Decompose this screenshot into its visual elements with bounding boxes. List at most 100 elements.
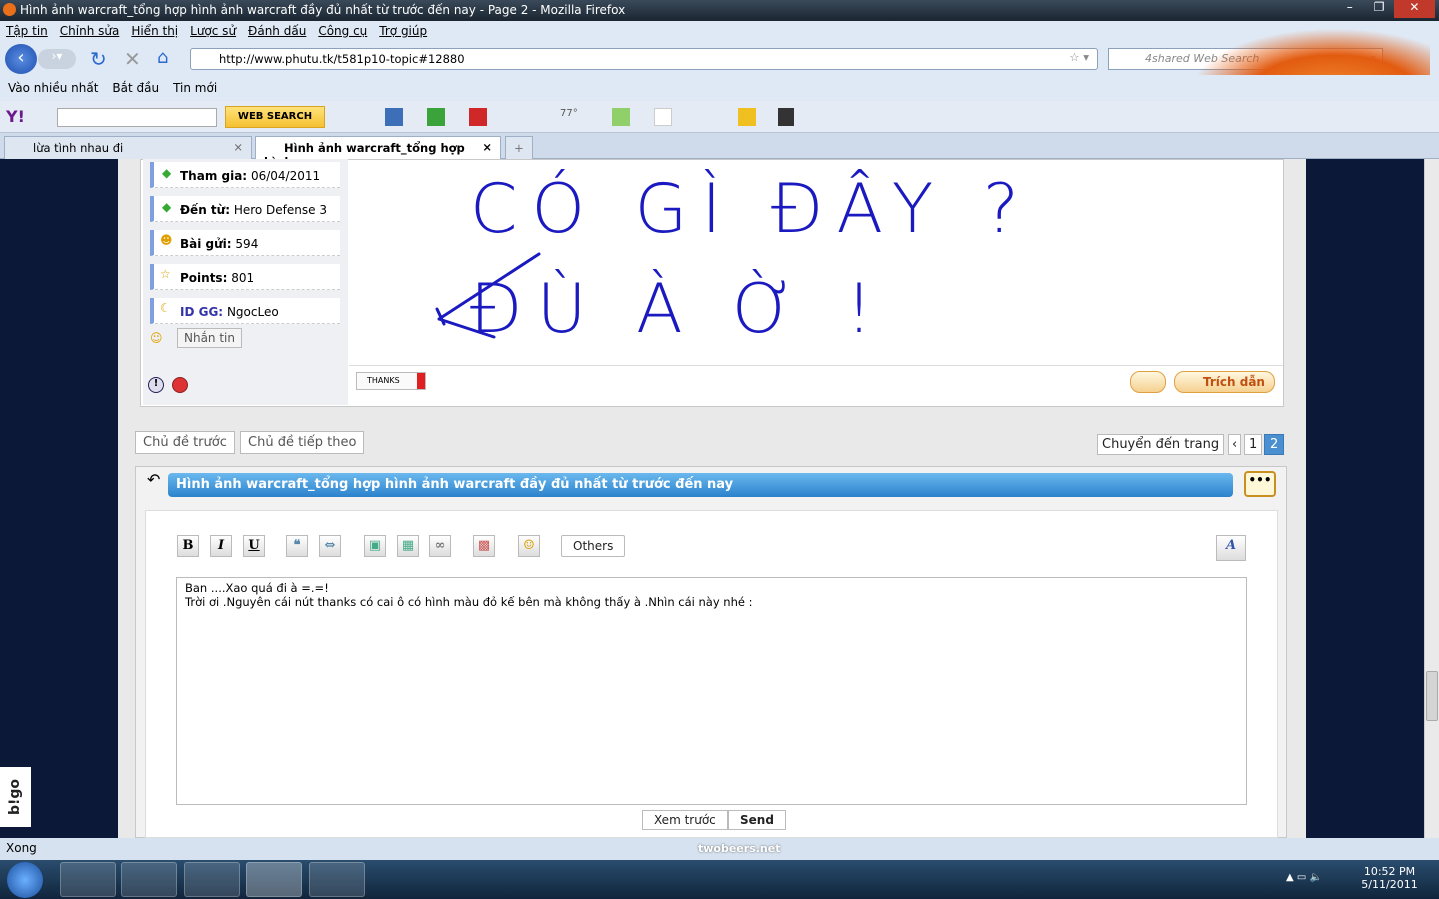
window-controls: – ❐ ✕ xyxy=(1335,0,1435,18)
profile-from: ◆ Đến từ: Hero Defense 3 xyxy=(150,196,340,222)
minimize-button[interactable]: – xyxy=(1335,0,1364,18)
report-icon[interactable]: ! xyxy=(148,377,164,393)
thanks-red-box[interactable] xyxy=(417,373,425,389)
taskbar: ▲ ▭ 🔈 10:52 PM 5/11/2011 xyxy=(0,860,1439,899)
tab-bar: lừa tình nhau đi × Hình ảnh warcraft_tổng… xyxy=(0,133,1439,169)
stop-icon[interactable]: ✕ xyxy=(124,47,141,71)
star-app-icon[interactable] xyxy=(427,108,445,126)
send-button[interactable]: Send xyxy=(728,810,786,830)
status-text: Xong xyxy=(6,841,37,855)
yahoo-toolbar: Y! WEB SEARCH 77° xyxy=(0,101,1439,133)
window-titlebar: Hình ảnh warcraft_tổng hợp hình ảnh warc… xyxy=(0,0,1439,21)
thanks-button[interactable]: THANKS xyxy=(356,372,426,390)
taskbar-warcraft[interactable] xyxy=(309,862,365,897)
bookmark-most-visited[interactable]: Vào nhiều nhất xyxy=(8,81,98,95)
menu-edit[interactable]: Chỉnh sửa xyxy=(60,24,120,38)
back-arrow-icon[interactable]: ↶ xyxy=(147,470,160,489)
close-button[interactable]: ✕ xyxy=(1393,0,1435,18)
send-message-button[interactable]: Nhắn tin xyxy=(177,328,242,348)
flickr-icon[interactable] xyxy=(654,108,672,126)
scrollbar-thumb[interactable] xyxy=(1426,671,1438,721)
firefox-icon xyxy=(3,3,16,16)
image-button[interactable]: ▦ xyxy=(397,535,419,557)
menu-bookmarks[interactable]: Đánh dấu xyxy=(248,24,306,38)
profile-id: ☾ ID GG: NgocLeo xyxy=(150,298,340,324)
tab-lua-tinh[interactable]: lừa tình nhau đi × xyxy=(4,136,252,159)
menu-view[interactable]: Hiển thị xyxy=(131,24,178,38)
window-title: Hình ảnh warcraft_tổng hợp hình ảnh warc… xyxy=(20,3,626,17)
tray-icons[interactable]: ▲ ▭ 🔈 xyxy=(1286,872,1322,883)
italic-button[interactable]: I xyxy=(210,535,232,557)
link-button[interactable]: ∞ xyxy=(429,535,451,557)
bookmark-star-icon[interactable]: ☆ ▾ xyxy=(1069,50,1089,64)
start-button[interactable] xyxy=(7,862,43,898)
tab-close-icon[interactable]: × xyxy=(233,140,243,154)
menu-history[interactable]: Lược sử xyxy=(190,24,236,38)
clock[interactable]: 10:52 PM 5/11/2011 xyxy=(1352,865,1427,891)
weather-icon[interactable]: 77° xyxy=(560,108,578,119)
prev-topic-link[interactable]: Chủ đề trước xyxy=(135,431,235,454)
message-line: Ban ....Xao quá đi à =.=! xyxy=(185,581,329,595)
new-tab-button[interactable]: + xyxy=(505,136,533,159)
quote-button[interactable]: Trích dẫn xyxy=(1174,371,1275,393)
warn-icon[interactable] xyxy=(172,377,188,393)
games-icon[interactable] xyxy=(469,108,487,126)
yahoo-search-input[interactable] xyxy=(57,108,217,127)
url-text: http://www.phutu.tk/t581p10-topic#12880 xyxy=(219,52,465,66)
vertical-scrollbar[interactable] xyxy=(1424,159,1439,838)
tab-warcraft[interactable]: Hình ảnh warcraft_tổng hợp hình ...× xyxy=(255,136,501,169)
menu-help[interactable]: Trợ giúp xyxy=(379,24,427,38)
reload-icon[interactable]: ↻ xyxy=(90,47,107,71)
color-button[interactable]: ▩ xyxy=(473,535,495,557)
menu-tools[interactable]: Công cụ xyxy=(318,24,367,38)
answers-icon[interactable] xyxy=(612,108,630,126)
maximize-button[interactable]: ❐ xyxy=(1364,0,1393,18)
page-1-link[interactable]: 1 xyxy=(1244,434,1263,455)
taskbar-media-player[interactable] xyxy=(121,862,177,897)
page-2-current[interactable]: 2 xyxy=(1264,434,1285,455)
others-button[interactable]: Others xyxy=(561,535,626,557)
profile-points: ☆ Points: 801 xyxy=(150,264,340,290)
thanks-label: THANKS xyxy=(367,376,400,385)
taskbar-yahoo-messenger[interactable] xyxy=(60,862,116,897)
bigo-widget[interactable]: b!go xyxy=(0,767,31,827)
ebay-icon[interactable] xyxy=(738,108,756,126)
prev-page-button[interactable]: ‹ xyxy=(1228,434,1242,455)
underline-button[interactable]: U xyxy=(243,535,265,557)
goto-page-button[interactable]: Chuyển đến trang xyxy=(1097,434,1225,455)
next-topic-link[interactable]: Chủ đề tiếp theo xyxy=(240,431,365,454)
home-icon[interactable]: ⌂ xyxy=(157,47,168,68)
amazon-icon[interactable] xyxy=(778,108,794,126)
reply-button[interactable] xyxy=(1130,371,1166,393)
emoticon-button[interactable]: ☺ xyxy=(518,535,540,557)
code-tool-button[interactable]: ⇔ xyxy=(319,535,341,557)
web-search-button[interactable]: WEB SEARCH xyxy=(225,106,325,128)
mail-icon[interactable] xyxy=(385,108,403,126)
message-textarea[interactable]: Ban ....Xao quá đi à =.=! Trời ơi .Nguyê… xyxy=(176,577,1247,805)
forward-button[interactable]: ›▾ xyxy=(38,49,76,69)
divider xyxy=(349,365,1283,366)
bullet-icon: ◆ xyxy=(162,200,172,214)
back-button[interactable]: ‹ xyxy=(5,44,37,74)
image-upload-button[interactable]: ▣ xyxy=(364,535,386,557)
status-bar: Xong twobeers.net xyxy=(0,838,1439,860)
menu-file[interactable]: Tập tin xyxy=(6,24,48,38)
url-bar[interactable]: http://www.phutu.tk/t581p10-topic#12880 ☆… xyxy=(190,48,1098,70)
reply-title-bar: Hình ảnh warcraft_tổng hợp hình ảnh warc… xyxy=(168,473,1233,497)
quote-tool-button[interactable]: ❝ xyxy=(286,535,308,557)
bold-button[interactable]: B xyxy=(177,535,199,557)
chat-bubble-icon[interactable]: ••• xyxy=(1244,471,1276,497)
taskbar-firefox[interactable] xyxy=(246,862,302,897)
smiley-icon: ☻ xyxy=(160,233,173,247)
profile-joined: ◆ Tham gia: 06/04/2011 xyxy=(150,162,340,188)
star-icon: ☆ xyxy=(160,267,171,281)
yahoo-logo[interactable]: Y! xyxy=(6,107,25,126)
preview-button[interactable]: Xem trước xyxy=(642,810,728,830)
text-format-toggle[interactable]: A xyxy=(1216,535,1246,561)
bookmark-latest-headlines[interactable]: Tin mới xyxy=(173,81,217,95)
taskbar-explorer[interactable] xyxy=(184,862,240,897)
tab-close-icon[interactable]: × xyxy=(482,140,492,154)
bookmark-getting-started[interactable]: Bắt đầu xyxy=(112,81,159,95)
bullet-icon: ◆ xyxy=(162,166,172,180)
clock-time: 10:52 PM xyxy=(1363,865,1416,878)
